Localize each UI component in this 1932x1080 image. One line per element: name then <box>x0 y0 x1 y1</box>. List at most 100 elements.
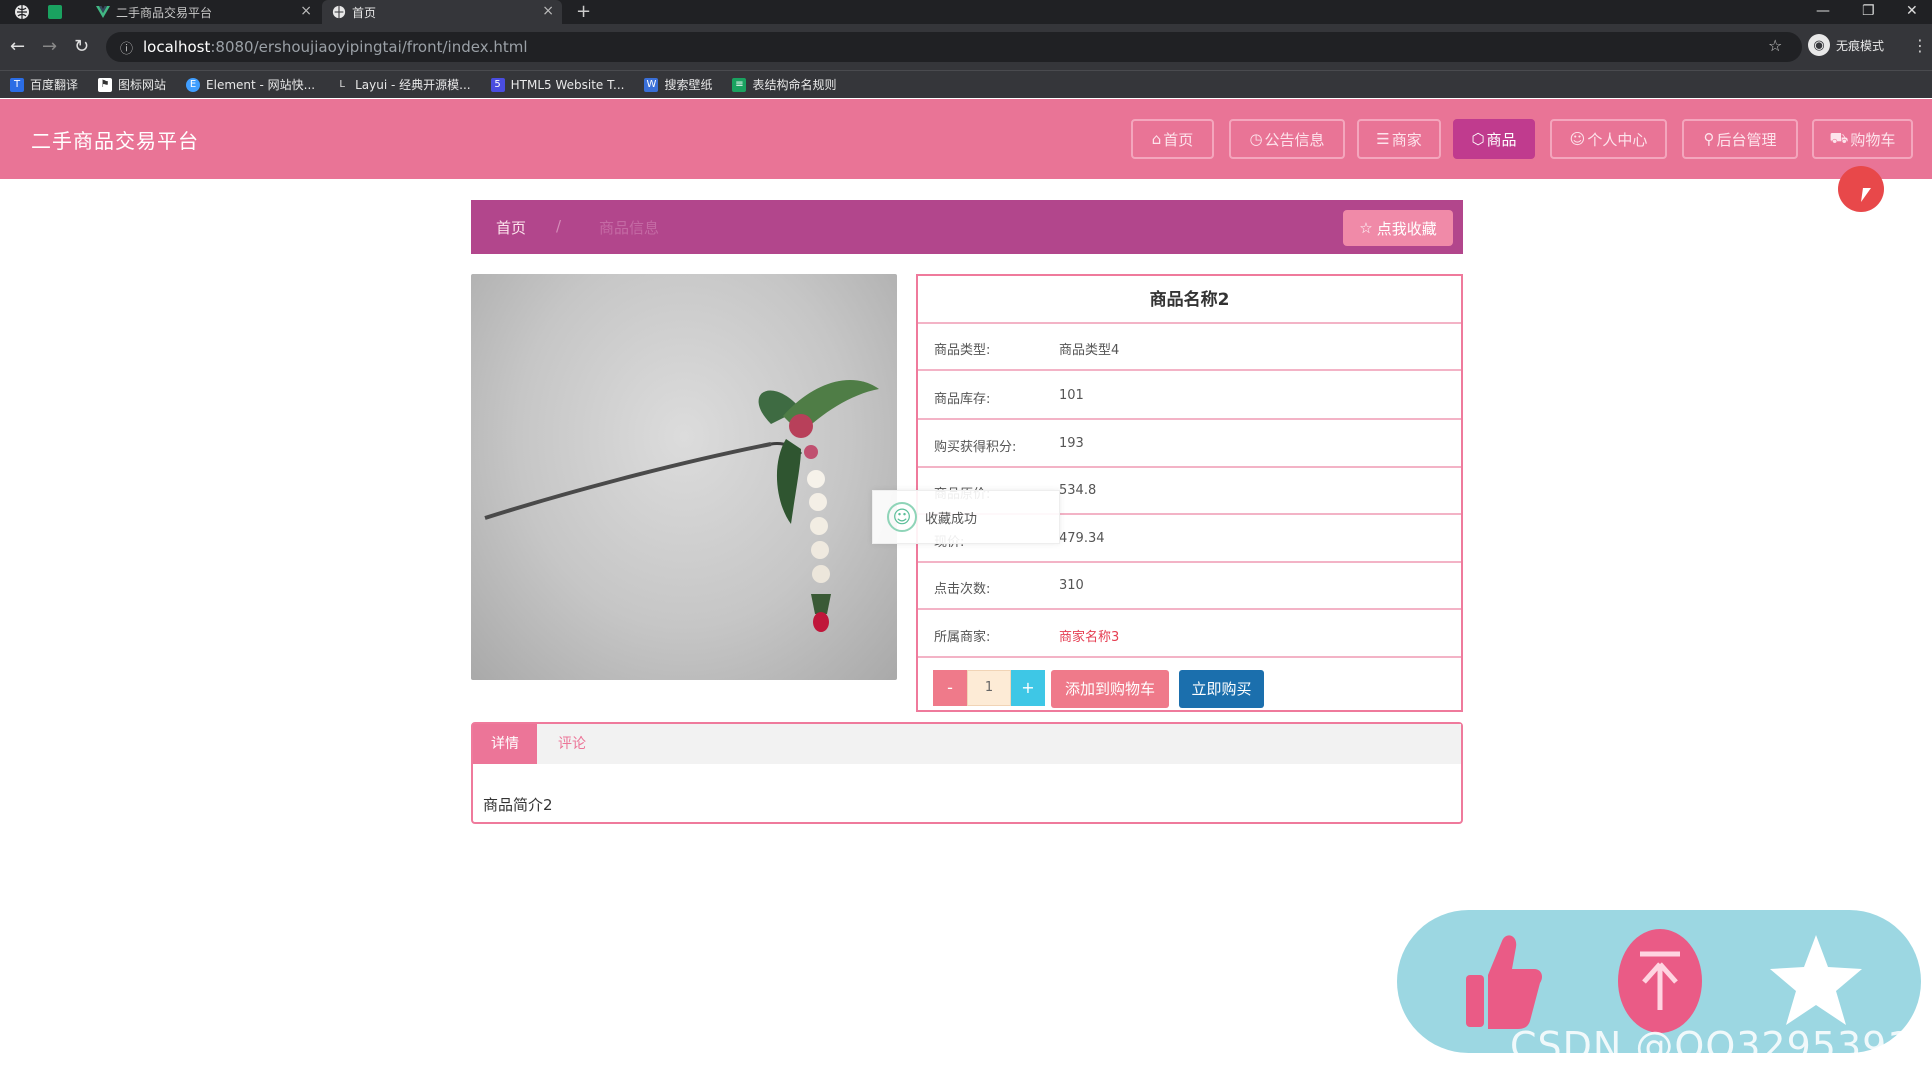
nav-products[interactable]: ⬡ 商品 <box>1453 119 1535 159</box>
buy-now-button[interactable]: 立即购买 <box>1179 670 1264 708</box>
info-row-merchant: 所属商家: 商家名称3 <box>918 611 1461 658</box>
layui-icon: L <box>339 78 345 90</box>
browser-tab-2[interactable]: 首页 × <box>322 0 562 24</box>
info-row-stock: 商品库存: 101 <box>918 373 1461 420</box>
details-tabs: 详情 评论 <box>473 724 1461 764</box>
product-title: 商品名称2 <box>918 276 1461 324</box>
nav-label: 商家 <box>1391 130 1422 149</box>
tab-2-close-icon[interactable]: × <box>542 3 554 19</box>
nav-label: 个人中心 <box>1587 130 1648 149</box>
list-icon: ☰ <box>1376 130 1390 148</box>
bookmark-item[interactable]: W 搜索壁纸 <box>644 76 712 93</box>
site-brand[interactable]: 二手商品交易平台 <box>31 125 199 154</box>
field-label: 商品类型: <box>934 343 991 358</box>
url-host: localhost <box>143 38 211 56</box>
nav-label: 公告信息 <box>1264 130 1325 149</box>
new-tab-icon[interactable]: + <box>576 0 591 24</box>
back-icon[interactable]: ← <box>10 36 25 57</box>
element-logo-icon: E <box>186 77 201 92</box>
quantity-increase-button[interactable]: + <box>1011 670 1045 706</box>
field-value: 商品类型4 <box>1059 343 1120 358</box>
browser-globe-icon[interactable] <box>8 0 38 24</box>
tab-1-close-icon[interactable]: × <box>300 3 312 19</box>
field-label: 商品库存: <box>934 392 991 407</box>
nav-home[interactable]: ⌂ 首页 <box>1131 119 1214 159</box>
click-indicator <box>1838 166 1884 212</box>
bookmark-star-icon[interactable]: ☆ <box>1768 36 1782 55</box>
nav-cart[interactable]: ⛟ 购物车 <box>1812 119 1913 159</box>
wallpaper-icon: W <box>644 77 659 92</box>
product-image <box>471 274 897 680</box>
quantity-decrease-button[interactable]: - <box>933 670 967 706</box>
bookmark-item[interactable]: L Layui - 经典开源模... <box>335 76 470 93</box>
bookmarks-bar: T 百度翻译 ⚑ 图标网站 E Element - 网站快... L Layui - 经… <box>0 70 1932 98</box>
bookmark-label: Layui - 经典开源模... <box>355 78 471 92</box>
restore-icon[interactable]: ❐ <box>1862 0 1875 24</box>
sheet-icon: ≡ <box>732 77 747 92</box>
info-row-points: 购买获得积分: 193 <box>918 421 1461 468</box>
field-label: 点击次数: <box>934 582 991 597</box>
nav-admin[interactable]: ⚲ 后台管理 <box>1682 119 1798 159</box>
pinned-tab-sheet-icon[interactable] <box>40 0 78 24</box>
field-value: 310 <box>1059 578 1084 593</box>
star-icon: ☆ <box>1359 219 1373 237</box>
favorite-star-icon[interactable] <box>1763 928 1869 1034</box>
browser-toolbar: ← → ↻ ⓘ localhost :8080/ershoujiaoyiping… <box>0 24 1932 70</box>
product-details: 详情 评论 商品简介2 <box>471 722 1463 824</box>
vue-logo-icon <box>96 6 110 18</box>
tab-2-globe-icon <box>332 5 346 19</box>
home-icon: ⌂ <box>1151 130 1162 148</box>
favorite-label: 点我收藏 <box>1376 219 1437 238</box>
incognito-icon: ◉ <box>1808 34 1830 56</box>
merchant-link[interactable]: 商家名称3 <box>1059 626 1119 645</box>
nav-label: 首页 <box>1163 130 1194 149</box>
bookmark-item[interactable]: 5 HTML5 Website T... <box>490 77 625 92</box>
incognito-label: 无痕模式 <box>1836 38 1885 53</box>
breadcrumb-home[interactable]: 首页 <box>496 217 526 238</box>
site-info-icon[interactable]: ⓘ <box>120 38 133 57</box>
bookmark-item[interactable]: E Element - 网站快... <box>186 76 315 93</box>
address-bar[interactable]: ⓘ localhost :8080/ershoujiaoyipingtai/fr… <box>106 32 1802 62</box>
nav-label: 购物车 <box>1850 130 1896 149</box>
purchase-actions: - 1 + 添加到购物车 立即购买 <box>918 662 1461 710</box>
nav-personal-center[interactable]: ☺ 个人中心 <box>1550 119 1667 159</box>
add-to-cart-button[interactable]: 添加到购物车 <box>1051 670 1169 708</box>
browser-tab-1[interactable]: 二手商品交易平台 × <box>86 0 320 24</box>
link-icon: ⚲ <box>1703 130 1715 148</box>
back-to-top-icon[interactable] <box>1607 928 1713 1034</box>
close-window-icon[interactable]: ✕ <box>1906 0 1918 24</box>
browser-menu-icon[interactable]: ⋮ <box>1912 36 1928 55</box>
nav-merchants[interactable]: ☰ 商家 <box>1357 119 1441 159</box>
tab-1-title: 二手商品交易平台 <box>116 5 213 20</box>
forward-icon[interactable]: → <box>42 36 57 57</box>
thumbs-up-icon[interactable] <box>1449 928 1555 1034</box>
bookmark-label: 百度翻译 <box>30 78 79 92</box>
bookmark-label: Element - 网站快... <box>206 78 316 92</box>
field-value: 479.34 <box>1059 531 1105 546</box>
nav-announcements[interactable]: ◷ 公告信息 <box>1229 119 1345 159</box>
tab-2-title: 首页 <box>352 5 377 20</box>
box-icon: ⬡ <box>1471 130 1485 148</box>
bookmark-item[interactable]: ⚑ 图标网站 <box>98 76 166 93</box>
field-value: 193 <box>1059 436 1084 451</box>
breadcrumb: 首页 / 商品信息 ☆ 点我收藏 <box>471 200 1463 254</box>
tab-details[interactable]: 详情 <box>473 724 537 764</box>
tab-comments[interactable]: 评论 <box>537 724 607 764</box>
translate-icon: T <box>10 77 24 92</box>
minimize-icon[interactable]: — <box>1816 0 1830 24</box>
hairpin-illustration <box>484 379 879 632</box>
user-icon: ☺ <box>1569 130 1586 148</box>
breadcrumb-separator: / <box>556 217 562 235</box>
quantity-input[interactable]: 1 <box>967 670 1011 706</box>
breadcrumb-current: 商品信息 <box>599 219 660 237</box>
info-row-clicks: 点击次数: 310 <box>918 563 1461 610</box>
html5-icon: 5 <box>490 77 505 92</box>
reload-icon[interactable]: ↻ <box>74 36 89 57</box>
bookmark-item[interactable]: ≡ 表结构命名规则 <box>732 76 836 93</box>
incognito-indicator[interactable]: ◉ 无痕模式 <box>1808 34 1884 56</box>
favorite-button[interactable]: ☆ 点我收藏 <box>1343 210 1453 246</box>
bookmark-item[interactable]: T 百度翻译 <box>10 76 78 93</box>
bookmark-label: HTML5 Website T... <box>510 77 625 92</box>
clock-icon: ◷ <box>1249 130 1263 148</box>
nav-label: 商品 <box>1486 130 1517 149</box>
